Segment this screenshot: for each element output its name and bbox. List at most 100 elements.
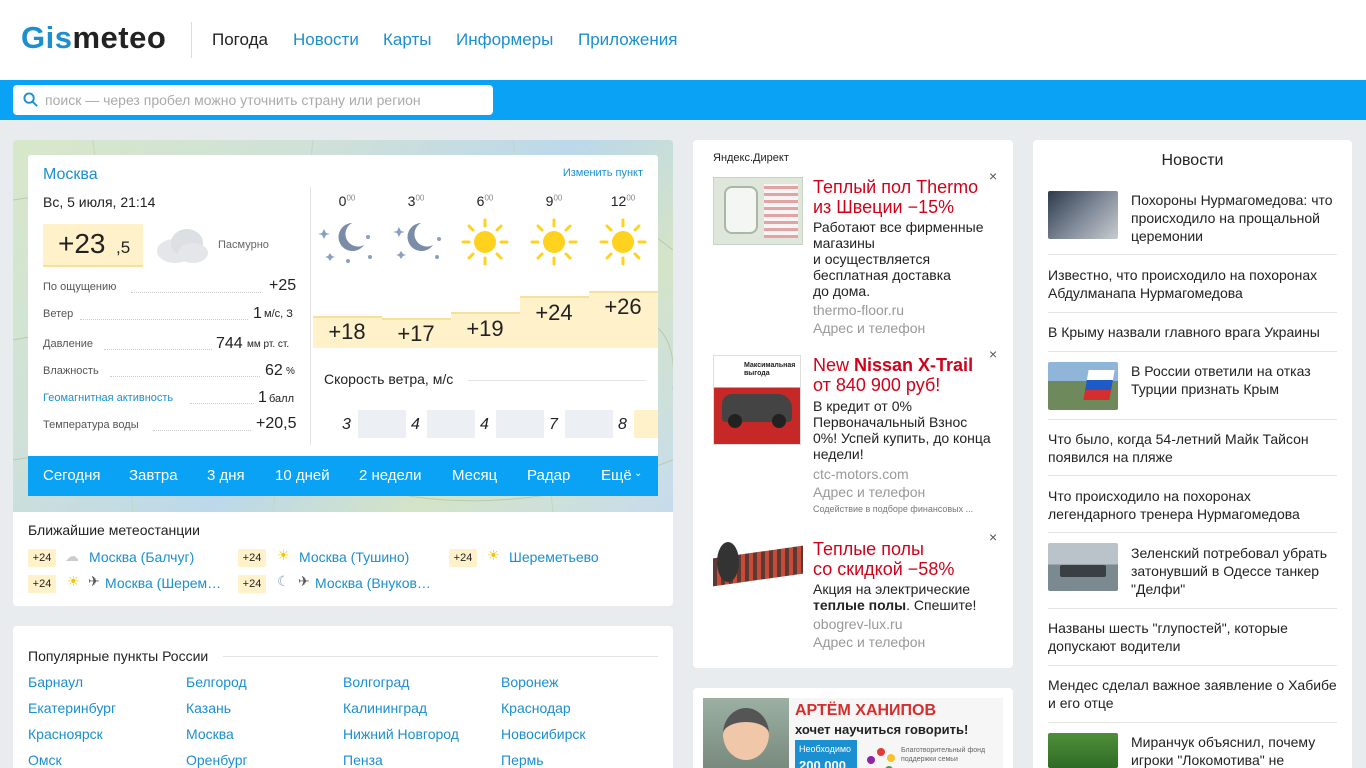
news-link[interactable]: В Крыму назвали главного врага Украины (1048, 323, 1338, 341)
station-link[interactable]: Москва (Тушино) (299, 549, 409, 565)
ad-title[interactable]: New Nissan X-Trail (813, 355, 973, 375)
news-link[interactable]: Мендес сделал важное заявление о Хабибе … (1048, 676, 1338, 712)
wind-bar (565, 410, 613, 438)
ad-text: магазины (813, 235, 875, 251)
ad-title[interactable]: со скидкой −58% (813, 559, 954, 579)
ad-text: Работают все фирменные (813, 219, 984, 235)
dotted-leader (104, 349, 212, 350)
close-ad-icon[interactable]: × (989, 529, 997, 545)
city-link[interactable]: Красноярск (28, 726, 103, 742)
detail-unit: мм рт. ст. (247, 339, 290, 350)
wind-value: 8 (618, 416, 627, 433)
dotted-leader (131, 292, 261, 293)
city-link[interactable]: Волгоград (343, 674, 409, 690)
tab-2-weeks[interactable]: 2 недели (359, 467, 422, 484)
tab-today[interactable]: Сегодня (43, 467, 101, 484)
city-link[interactable]: Пермь (501, 752, 544, 768)
sun-icon (530, 218, 578, 266)
news-link[interactable]: Миранчук объяснил, почему игроки "Локомо… (1131, 733, 1341, 768)
news-link[interactable]: Похороны Нурмагомедова: что происходило … (1131, 191, 1341, 245)
ad-contact[interactable]: Адрес и телефон (813, 484, 925, 500)
ad-title[interactable]: Теплый пол Thermo (813, 177, 978, 197)
hour-temp: +19 (466, 316, 504, 341)
news-link[interactable]: Известно, что происходило на похоронах А… (1048, 266, 1338, 302)
tab-radar[interactable]: Радар (527, 467, 570, 484)
ad-title[interactable]: от 840 900 руб! (813, 375, 940, 395)
divider (1048, 665, 1337, 666)
news-link[interactable]: Что происходило на похоронах легендарног… (1048, 487, 1338, 523)
city-link[interactable]: Краснодар (501, 700, 571, 716)
news-thumbnail[interactable] (1048, 543, 1118, 591)
city-link[interactable]: Пенза (343, 752, 383, 768)
tab-tomorrow[interactable]: Завтра (129, 467, 178, 484)
ads-label: Яндекс.Директ (713, 152, 789, 164)
ad-image-floor[interactable] (713, 177, 803, 245)
news-thumbnail[interactable] (1048, 733, 1118, 768)
nav-apps[interactable]: Приложения (578, 30, 677, 50)
charity-banner[interactable]: АРТЁМ ХАНИПОВ хочет научиться говорить! … (693, 688, 1013, 768)
nav-weather[interactable]: Погода (212, 30, 268, 50)
ad-contact[interactable]: Адрес и телефон (813, 634, 925, 650)
news-thumbnail[interactable] (1048, 362, 1118, 410)
city-link[interactable]: Оренбург (186, 752, 248, 768)
popular-panel: Популярные пункты России Барнаул Белгоро… (13, 626, 673, 768)
station-link[interactable]: Шереметьево (509, 549, 599, 565)
divider (310, 187, 311, 445)
ad-image-car[interactable]: Максимальная выгода (713, 355, 801, 445)
ad-title[interactable]: Теплые полы (813, 539, 924, 559)
change-location-link[interactable]: Изменить пункт (563, 167, 643, 179)
close-ad-icon[interactable]: × (989, 168, 997, 184)
wind-value: 7 (549, 416, 558, 433)
city-link[interactable]: Омск (28, 752, 62, 768)
city-link[interactable]: Екатеринбург (28, 700, 116, 716)
ad-domain[interactable]: ctc-motors.com (813, 466, 909, 482)
cloud-icon: ☁ (65, 548, 79, 564)
banner-sum-box: Необходимо 200 000 (795, 740, 857, 768)
city-link[interactable]: Москва (186, 726, 234, 742)
city-link[interactable]: Барнаул (28, 674, 83, 690)
nav-informers[interactable]: Информеры (456, 30, 553, 50)
ad-text: 0%! Успей купить, до конца (813, 430, 991, 446)
ad-text: В кредит от 0% (813, 398, 912, 414)
logo[interactable]: Gismeteo (21, 20, 166, 56)
ad-text: и осуществляется (813, 251, 931, 267)
ad-title[interactable]: из Швеции −15% (813, 197, 954, 217)
news-thumbnail[interactable] (1048, 191, 1118, 239)
station-link[interactable]: Москва (Шерем… (105, 575, 221, 591)
tab-more[interactable]: Ещё (601, 467, 632, 484)
city-link[interactable]: Нижний Новгород (343, 726, 459, 742)
ad-image-heated-floor[interactable] (713, 538, 803, 590)
city-link[interactable]: Казань (186, 700, 231, 716)
tab-3-days[interactable]: 3 дня (207, 467, 245, 484)
ad-domain[interactable]: obogrev-lux.ru (813, 616, 903, 632)
hour-temp: +26 (604, 294, 642, 319)
station-link[interactable]: Москва (Балчуг) (89, 549, 194, 565)
city-link[interactable]: Калининград (343, 700, 427, 716)
news-link[interactable]: В России ответили на отказ Турции призна… (1131, 362, 1341, 398)
geomagnetic-link[interactable]: Геомагнитная активность (43, 392, 173, 404)
news-link[interactable]: Названы шесть "глупостей", которые допус… (1048, 619, 1338, 655)
detail-unit: м/с, З (264, 308, 293, 320)
station-temp: +24 (28, 549, 56, 567)
close-ad-icon[interactable]: × (989, 346, 997, 362)
nav-news[interactable]: Новости (293, 30, 359, 50)
city-name[interactable]: Москва (43, 166, 98, 184)
ad-contact[interactable]: Адрес и телефон (813, 320, 925, 336)
news-link[interactable]: Что было, когда 54-летний Майк Тайсон по… (1048, 430, 1338, 466)
city-link[interactable]: Воронеж (501, 674, 558, 690)
detail-value: +25 (269, 277, 297, 294)
city-link[interactable]: Новосибирск (501, 726, 586, 742)
news-link[interactable]: Зеленский потребовал убрать затонувший в… (1131, 544, 1341, 598)
station-link[interactable]: Москва (Внуков… (315, 575, 431, 591)
detail-value: 744 (216, 335, 243, 352)
search-input[interactable] (45, 90, 485, 110)
divider (1048, 254, 1337, 255)
tab-month[interactable]: Месяц (452, 467, 497, 484)
sun-icon (599, 218, 647, 266)
tab-10-days[interactable]: 10 дней (275, 467, 330, 484)
ad-domain[interactable]: thermo-floor.ru (813, 302, 904, 318)
search-box[interactable] (13, 85, 493, 115)
ads-panel: Яндекс.Директ × Теплый пол Thermo из Шве… (693, 140, 1013, 668)
city-link[interactable]: Белгород (186, 674, 247, 690)
nav-maps[interactable]: Карты (383, 30, 431, 50)
